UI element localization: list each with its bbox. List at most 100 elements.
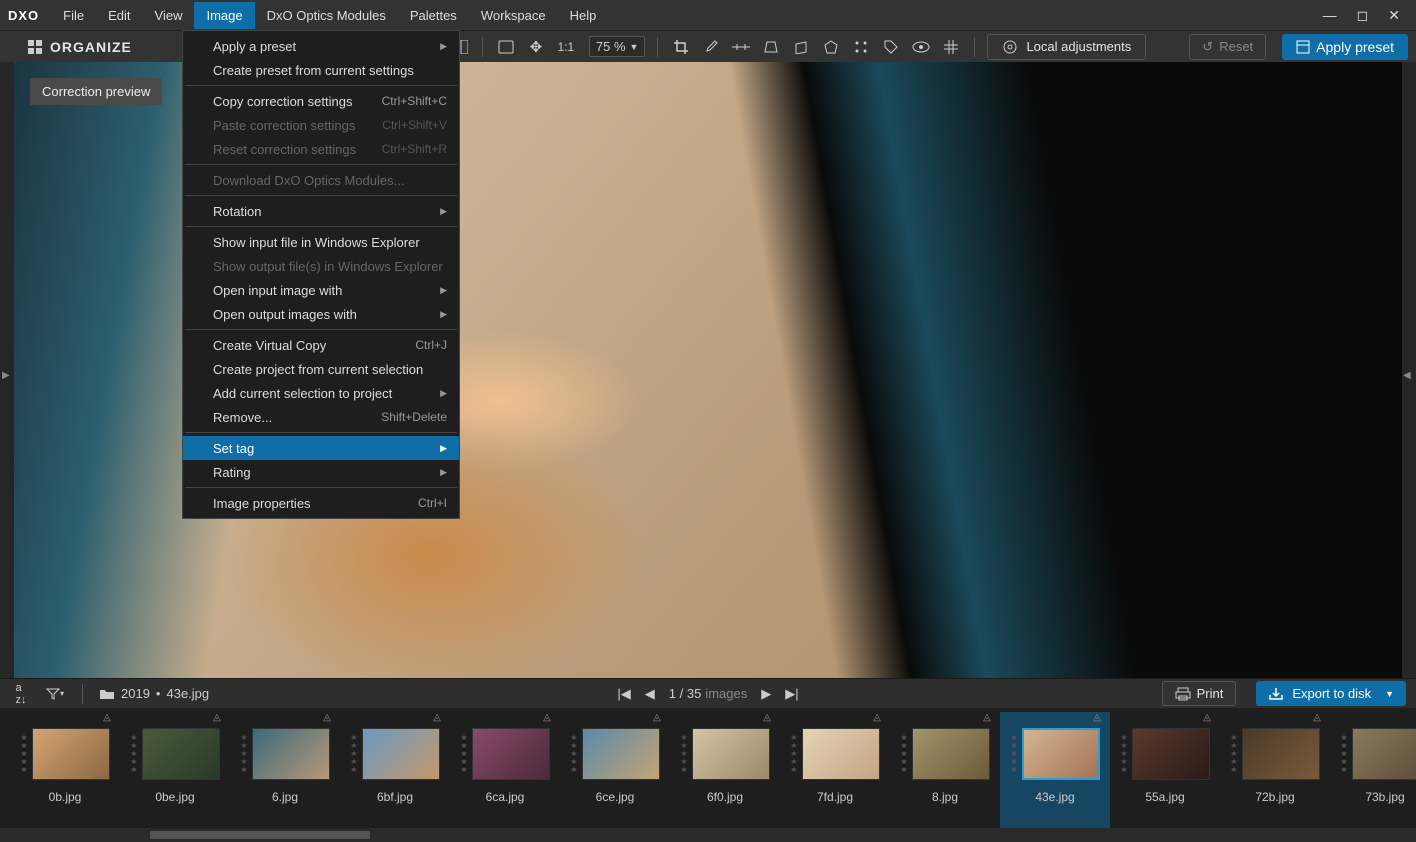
thumbnail[interactable]: ◬★★★★★6f0.jpg — [670, 712, 780, 828]
thumbnail[interactable]: ◬★★★★★6.jpg — [230, 712, 340, 828]
print-button[interactable]: Print — [1162, 681, 1237, 706]
menu-item-copy-correction-settings[interactable]: Copy correction settingsCtrl+Shift+C — [183, 89, 459, 113]
module-badge-icon: ◬ — [1090, 712, 1104, 724]
folder-icon — [99, 688, 115, 700]
reset-button[interactable]: ↺ Reset — [1189, 34, 1266, 60]
rating-stars[interactable]: ★★★★★ — [900, 734, 909, 774]
thumbnail[interactable]: ◬★★★★★73b.jpg — [1330, 712, 1416, 828]
thumbnail-image — [32, 728, 110, 780]
polygon-icon[interactable] — [820, 36, 842, 58]
rating-stars[interactable]: ★★★★★ — [130, 734, 139, 774]
filmstrip[interactable]: ◬★★★★★0b.jpg◬★★★★★0be.jpg◬★★★★★6.jpg◬★★★… — [0, 708, 1416, 828]
menu-item-open-input-image-with[interactable]: Open input image with▶ — [183, 278, 459, 302]
thumbnail-image — [802, 728, 880, 780]
rating-stars[interactable]: ★★★★★ — [680, 734, 689, 774]
thumbnail[interactable]: ◬ ★★★★★ 6bf.jpg — [340, 712, 450, 828]
thumbnail[interactable]: ◬★★★★★72b.jpg — [1220, 712, 1330, 828]
organize-button[interactable]: ORGANIZE — [8, 35, 152, 59]
module-badge-icon: ◬ — [430, 712, 444, 724]
menu-item-remove[interactable]: Remove...Shift+Delete — [183, 405, 459, 429]
menu-item-set-tag[interactable]: Set tag▶ — [183, 436, 459, 460]
menu-item-create-virtual-copy[interactable]: Create Virtual CopyCtrl+J — [183, 333, 459, 357]
menu-item-show-input-file-in-windows-explorer[interactable]: Show input file in Windows Explorer — [183, 230, 459, 254]
rating-stars[interactable]: ★★★★★ — [1120, 734, 1129, 774]
menu-workspace[interactable]: Workspace — [469, 2, 558, 29]
thumbnail-image — [1132, 728, 1210, 780]
menu-palettes[interactable]: Palettes — [398, 2, 469, 29]
perspective-icon[interactable] — [760, 36, 782, 58]
thumbnail[interactable]: ◬★★★★★6ca.jpg — [450, 712, 560, 828]
right-panel-collapsed[interactable]: ◀ — [1402, 62, 1416, 678]
menu-dxo-optics-modules[interactable]: DxO Optics Modules — [255, 2, 398, 29]
eye-icon[interactable] — [910, 36, 932, 58]
menu-item-create-project-from-current-selection[interactable]: Create project from current selection — [183, 357, 459, 381]
tag-icon[interactable] — [880, 36, 902, 58]
grid-overlay-icon[interactable] — [940, 36, 962, 58]
close-icon[interactable]: ✕ — [1388, 7, 1400, 24]
thumbnail-filename: 6bf.jpg — [377, 790, 413, 804]
apply-preset-button[interactable]: Apply preset — [1282, 34, 1408, 60]
rating-stars[interactable]: ★★★★★ — [570, 734, 579, 774]
menu-file[interactable]: File — [51, 2, 96, 29]
left-panel-collapsed[interactable]: ▶ — [0, 62, 14, 678]
menu-item-create-preset-from-current-settings[interactable]: Create preset from current settings — [183, 58, 459, 82]
rating-stars[interactable]: ★★★★★ — [350, 734, 359, 774]
first-icon[interactable]: |◀ — [617, 686, 630, 702]
rating-stars[interactable]: ★★★★★ — [460, 734, 469, 774]
menu-item-open-output-images-with[interactable]: Open output images with▶ — [183, 302, 459, 326]
menu-edit[interactable]: Edit — [96, 2, 142, 29]
menu-item-label: Show input file in Windows Explorer — [213, 235, 420, 250]
sort-icon[interactable]: az↓ — [10, 683, 32, 705]
menu-item-add-current-selection-to-project[interactable]: Add current selection to project▶ — [183, 381, 459, 405]
organize-label: ORGANIZE — [50, 39, 132, 55]
rectangle-tool-icon[interactable] — [790, 36, 812, 58]
eyedropper-icon[interactable] — [700, 36, 722, 58]
rating-stars[interactable]: ★★★★★ — [20, 734, 29, 774]
menu-item-reset-correction-settings: Reset correction settingsCtrl+Shift+R — [183, 137, 459, 161]
menu-item-image-properties[interactable]: Image propertiesCtrl+I — [183, 491, 459, 515]
export-button[interactable]: Export to disk ▼ — [1256, 681, 1406, 706]
last-icon[interactable]: ▶| — [785, 686, 798, 702]
horizontal-scrollbar[interactable] — [0, 828, 1416, 842]
scrollbar-thumb[interactable] — [150, 831, 370, 839]
rating-stars[interactable]: ★★★★★ — [1340, 734, 1349, 774]
pan-icon[interactable]: ✥ — [525, 36, 547, 58]
rating-stars[interactable]: ★★★★★ — [1010, 734, 1019, 774]
menu-item-label: Rotation — [213, 204, 261, 219]
rating-stars[interactable]: ★★★★★ — [790, 734, 799, 774]
next-icon[interactable]: ▶ — [761, 686, 771, 702]
zoom-dropdown[interactable]: 75 % ▼ — [589, 36, 646, 57]
menu-item-label: Add current selection to project — [213, 386, 392, 401]
menu-view[interactable]: View — [143, 2, 195, 29]
filter-icon[interactable]: ▾ — [44, 683, 66, 705]
horizon-icon[interactable] — [730, 36, 752, 58]
thumbnail[interactable]: ◬★★★★★43e.jpg — [1000, 712, 1110, 828]
points-icon[interactable] — [850, 36, 872, 58]
local-adjustments-button[interactable]: Local adjustments — [987, 34, 1146, 60]
menu-help[interactable]: Help — [558, 2, 609, 29]
print-icon — [1175, 687, 1191, 701]
thumbnail[interactable]: ◬★★★★★0b.jpg — [10, 712, 120, 828]
breadcrumb[interactable]: 2019 • 43e.jpg — [99, 686, 209, 701]
menu-item-rating[interactable]: Rating▶ — [183, 460, 459, 484]
thumbnail[interactable]: ◬★★★★★55a.jpg — [1110, 712, 1220, 828]
thumbnail-image — [362, 728, 440, 780]
thumbnail-filename: 55a.jpg — [1145, 790, 1184, 804]
rating-stars[interactable]: ★★★★★ — [240, 734, 249, 774]
minimize-icon[interactable]: — — [1323, 7, 1337, 24]
rating-stars[interactable]: ★★★★★ — [1230, 734, 1239, 774]
prev-icon[interactable]: ◀ — [645, 686, 655, 702]
ratio-label[interactable]: 1:1 — [555, 36, 577, 58]
maximize-icon[interactable]: ◻ — [1357, 7, 1369, 24]
menu-separator — [185, 487, 457, 488]
thumbnail[interactable]: ◬★★★★★0be.jpg — [120, 712, 230, 828]
thumbnail[interactable]: ◬★★★★★7fd.jpg — [780, 712, 890, 828]
crop-icon[interactable] — [670, 36, 692, 58]
menu-item-label: Apply a preset — [213, 39, 296, 54]
thumbnail[interactable]: ◬★★★★★6ce.jpg — [560, 712, 670, 828]
fit-icon[interactable] — [495, 36, 517, 58]
menu-item-rotation[interactable]: Rotation▶ — [183, 199, 459, 223]
menu-image[interactable]: Image — [194, 2, 254, 29]
menu-item-apply-a-preset[interactable]: Apply a preset▶ — [183, 34, 459, 58]
thumbnail[interactable]: ◬★★★★★8.jpg — [890, 712, 1000, 828]
